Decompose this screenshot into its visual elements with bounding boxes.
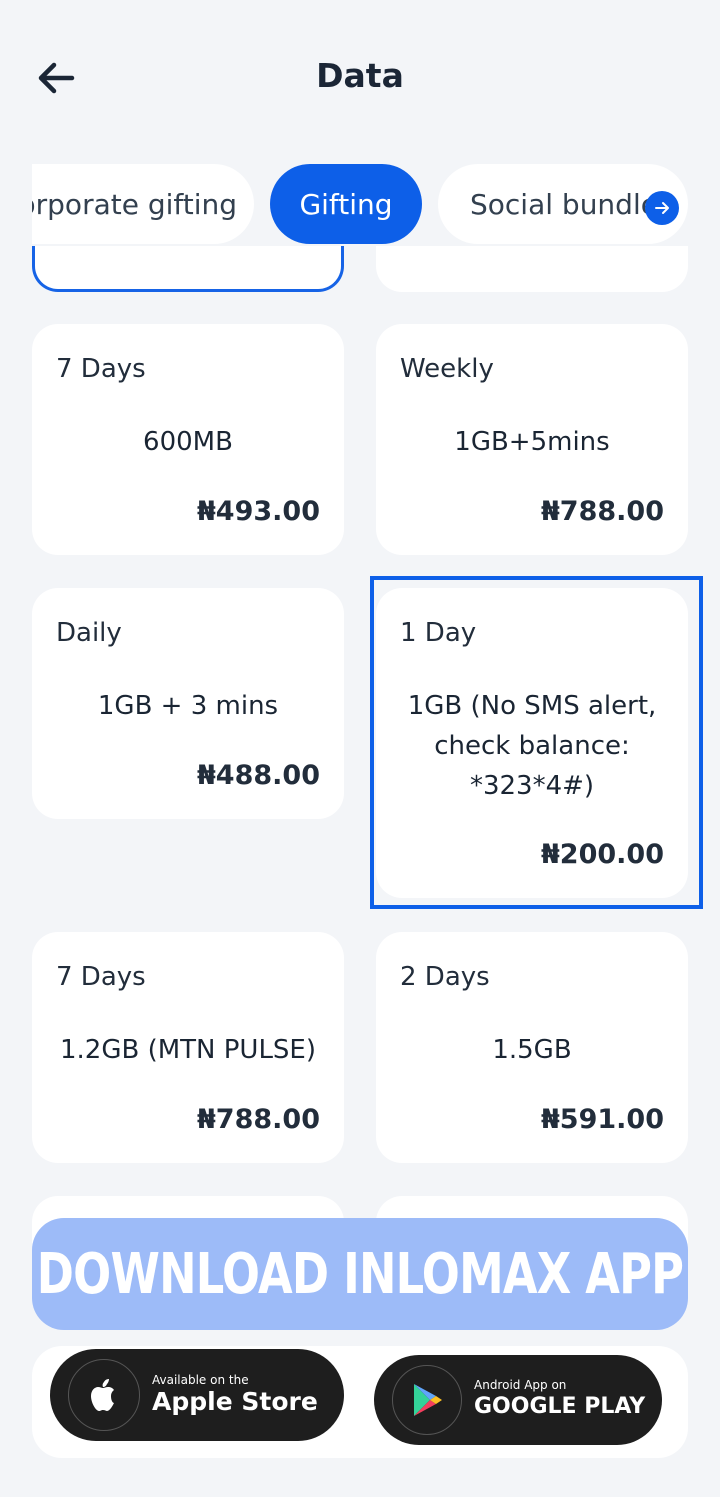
plan-price: ₦488.00 xyxy=(197,760,320,791)
google-play-icon xyxy=(392,1365,462,1435)
download-app-banner[interactable]: DOWNLOAD INLOMAX APP xyxy=(32,1218,688,1330)
plan-price: ₦788.00 xyxy=(197,1104,320,1135)
tab-gifting[interactable]: Gifting xyxy=(270,164,422,244)
plan-size: 1.2GB (MTN PULSE) xyxy=(59,1035,317,1065)
plan-card[interactable]: Weekly 1GB+5mins ₦788.00 xyxy=(376,324,688,555)
plan-card[interactable]: 7 Days 600MB ₦493.00 xyxy=(32,324,344,555)
plan-size: 1.5GB xyxy=(492,1035,572,1065)
category-tabs: Corporate gifting Gifting Social bundle xyxy=(32,164,688,246)
plan-card-partial[interactable] xyxy=(376,246,688,292)
banner-text: DOWNLOAD INLOMAX APP xyxy=(36,1241,684,1307)
plan-duration: 2 Days xyxy=(400,962,490,992)
plan-duration: Daily xyxy=(56,618,122,648)
google-play-label: GOOGLE PLAY xyxy=(474,1394,646,1419)
plan-card[interactable]: 2 Days 1.5GB ₦591.00 xyxy=(376,932,688,1163)
app-header: Data xyxy=(0,0,720,150)
plan-price: ₦200.00 xyxy=(541,839,664,870)
plan-duration: 1 Day xyxy=(400,618,477,648)
apple-store-button[interactable]: Available on the Apple Store xyxy=(50,1349,344,1441)
store-links: Available on the Apple Store Android App… xyxy=(32,1346,688,1458)
arrow-right-icon xyxy=(655,202,669,214)
apple-logo-icon xyxy=(68,1359,140,1431)
plan-price: ₦788.00 xyxy=(541,496,664,527)
plan-price: ₦591.00 xyxy=(541,1104,664,1135)
plan-card[interactable]: 7 Days 1.2GB (MTN PULSE) ₦788.00 xyxy=(32,932,344,1163)
scroll-tabs-button[interactable] xyxy=(645,191,679,225)
plan-size: 1GB+5mins xyxy=(454,427,610,457)
google-play-caption: Android App on xyxy=(474,1378,567,1392)
google-play-button[interactable]: Android App on GOOGLE PLAY xyxy=(374,1355,662,1445)
apple-store-caption: Available on the xyxy=(152,1373,249,1387)
plan-duration: 7 Days xyxy=(56,354,146,384)
plan-duration: Weekly xyxy=(400,354,494,384)
plan-card[interactable]: Daily 1GB + 3 mins ₦488.00 xyxy=(32,588,344,819)
plan-duration: 7 Days xyxy=(56,962,146,992)
plan-card-selected[interactable]: 1 Day 1GB (No SMS alert, check balance: … xyxy=(376,588,688,898)
page-title: Data xyxy=(316,56,404,95)
plan-size: 1GB + 3 mins xyxy=(97,691,279,721)
plan-card-partial[interactable] xyxy=(32,246,344,292)
plan-price: ₦493.00 xyxy=(197,496,320,527)
plan-size: 600MB xyxy=(143,427,233,457)
tab-corporate-gifting[interactable]: Corporate gifting xyxy=(32,164,254,244)
apple-store-label: Apple Store xyxy=(152,1387,318,1416)
plan-size: 1GB (No SMS alert, check balance: *323*4… xyxy=(407,691,657,801)
